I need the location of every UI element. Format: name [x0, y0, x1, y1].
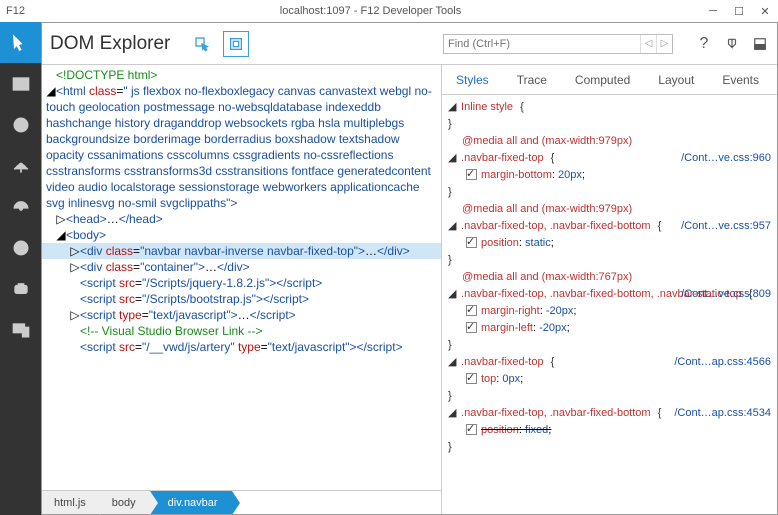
styles-tab-styles[interactable]: Styles [442, 65, 503, 94]
styles-tab-events[interactable]: Events [708, 65, 773, 94]
dom-node[interactable]: <script src="/Scripts/bootstrap.js"></sc… [42, 291, 441, 307]
dock-icon[interactable] [751, 35, 769, 53]
network-tool[interactable] [0, 145, 41, 186]
source-link[interactable]: /Cont…ve.css:957 [681, 218, 771, 235]
profiler-tool[interactable] [0, 227, 41, 268]
maximize-button[interactable]: ☐ [726, 1, 752, 21]
media-query: @media all and (max-width:979px) [448, 201, 771, 218]
close-button[interactable]: ✕ [752, 1, 778, 21]
css-property[interactable]: position: static; [448, 235, 771, 252]
pin-icon[interactable] [723, 35, 741, 53]
window-titlebar: F12 localhost:1097 - F12 Developer Tools… [0, 0, 778, 22]
rule-close: } [448, 184, 771, 201]
dom-node[interactable]: ◢<body> [42, 227, 441, 243]
memory-tool[interactable] [0, 268, 41, 309]
highlight-element-icon[interactable] [224, 32, 248, 56]
dom-node[interactable]: ▷<head>…</head> [42, 211, 441, 227]
css-property[interactable]: margin-bottom: 20px; [448, 167, 771, 184]
dom-tree-pane: <!DOCTYPE html>◢<html class=" js flexbox… [42, 65, 442, 514]
css-rule-selector[interactable]: ◢ .navbar-fixed-top, .navbar-fixed-botto… [448, 405, 771, 422]
rule-close: } [448, 252, 771, 269]
styles-tab-trace[interactable]: Trace [503, 65, 561, 94]
css-property[interactable]: top: 0px; [448, 371, 771, 388]
tool-sidebar [0, 22, 41, 515]
property-checkbox[interactable] [466, 237, 477, 248]
panel-header: DOM Explorer ◁ ▷ ? [42, 23, 777, 65]
rule-close: } [448, 439, 771, 456]
panel-title: DOM Explorer [50, 33, 170, 55]
dom-tree[interactable]: <!DOCTYPE html>◢<html class=" js flexbox… [42, 65, 441, 490]
property-checkbox[interactable] [466, 424, 477, 435]
rule-toggle[interactable]: ◢ [448, 218, 458, 235]
rule-close: } [448, 337, 771, 354]
expand-toggle[interactable]: ▷ [70, 259, 80, 275]
source-link[interactable]: /Cont…ve.css:960 [681, 150, 771, 167]
breadcrumb: html.jsbodydiv.navbar [42, 490, 441, 514]
expand-toggle[interactable]: ▷ [56, 211, 66, 227]
expand-toggle[interactable]: ◢ [56, 227, 66, 243]
styles-tab-strip: StylesTraceComputedLayoutEvents [442, 65, 777, 95]
css-property[interactable]: margin-right: -20px; [448, 303, 771, 320]
source-link[interactable]: /Cont…ve.css:809 [681, 286, 771, 303]
css-property[interactable]: margin-left: -20px; [448, 320, 771, 337]
media-query: @media all and (max-width:767px) [448, 269, 771, 286]
property-checkbox[interactable] [466, 373, 477, 384]
dom-node[interactable]: ▷<div class="navbar navbar-inverse navba… [42, 243, 441, 259]
find-prev-button[interactable]: ◁ [640, 35, 656, 53]
help-icon[interactable]: ? [695, 35, 713, 53]
dom-node[interactable]: <!DOCTYPE html> [42, 67, 441, 83]
property-checkbox[interactable] [466, 305, 477, 316]
ui-responsiveness-tool[interactable] [0, 186, 41, 227]
console-tool[interactable] [0, 63, 41, 104]
rule-toggle[interactable]: ◢ [448, 286, 458, 303]
dom-node[interactable]: <script src="/Scripts/jquery-1.8.2.js"><… [42, 275, 441, 291]
breadcrumb-item[interactable]: div.navbar [150, 491, 232, 514]
css-rule-selector[interactable]: ◢ .navbar-fixed-top {/Cont…ve.css:960 [448, 150, 771, 167]
find-next-button[interactable]: ▷ [656, 35, 672, 53]
expand-toggle[interactable]: ▷ [70, 307, 80, 323]
dom-node[interactable]: <script src="/__vwd/js/artery" type="tex… [42, 339, 441, 355]
styles-tab-computed[interactable]: Computed [561, 65, 644, 94]
rule-close: } [448, 116, 771, 133]
css-rule-selector[interactable]: ◢ .navbar-fixed-top, .navbar-fixed-botto… [448, 286, 771, 303]
window-title: localhost:1097 - F12 Developer Tools [41, 5, 700, 17]
source-link[interactable]: /Cont…ap.css:4566 [674, 354, 771, 371]
styles-rules[interactable]: ◢ Inline style {}@media all and (max-wid… [442, 95, 777, 514]
dom-explorer-tool[interactable] [0, 22, 41, 63]
styles-tab-layout[interactable]: Layout [644, 65, 708, 94]
styles-pane: StylesTraceComputedLayoutEvents ◢ Inline… [442, 65, 777, 514]
rule-toggle[interactable]: ◢ [448, 150, 458, 167]
rule-close: } [448, 388, 771, 405]
property-checkbox[interactable] [466, 322, 477, 333]
rule-toggle[interactable]: ◢ [448, 99, 458, 116]
expand-toggle[interactable]: ▷ [70, 243, 80, 259]
dom-node[interactable]: <!-- Visual Studio Browser Link --> [42, 323, 441, 339]
rule-toggle[interactable]: ◢ [448, 405, 458, 422]
css-rule-selector[interactable]: ◢ Inline style { [448, 99, 771, 116]
select-element-icon[interactable] [190, 32, 214, 56]
expand-toggle[interactable]: ◢ [46, 83, 56, 99]
minimize-button[interactable]: ─ [700, 1, 726, 21]
f12-label: F12 [0, 5, 41, 17]
css-property[interactable]: position: fixed; [448, 422, 771, 439]
source-link[interactable]: /Cont…ap.css:4534 [674, 405, 771, 422]
dom-node[interactable]: ▷<script type="text/javascript">…</scrip… [42, 307, 441, 323]
css-rule-selector[interactable]: ◢ .navbar-fixed-top, .navbar-fixed-botto… [448, 218, 771, 235]
breadcrumb-item[interactable]: html.js [42, 491, 100, 514]
find-input[interactable] [444, 38, 640, 50]
dom-node[interactable]: ▷<div class="container">…</div> [42, 259, 441, 275]
property-checkbox[interactable] [466, 169, 477, 180]
css-rule-selector[interactable]: ◢ .navbar-fixed-top {/Cont…ap.css:4566 [448, 354, 771, 371]
emulation-tool[interactable] [0, 309, 41, 350]
rule-toggle[interactable]: ◢ [448, 354, 458, 371]
debugger-tool[interactable] [0, 104, 41, 145]
media-query: @media all and (max-width:979px) [448, 133, 771, 150]
dom-node[interactable]: ◢<html class=" js flexbox no-flexboxlega… [42, 83, 441, 211]
find-box[interactable]: ◁ ▷ [443, 34, 673, 54]
